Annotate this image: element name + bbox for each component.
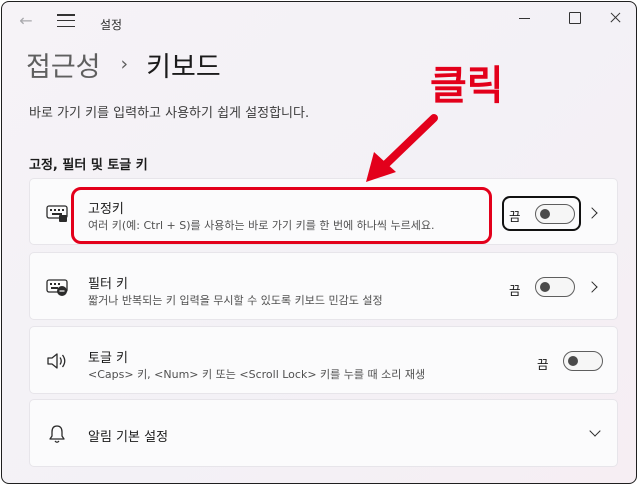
settings-window: ← 설정 접근성 › 키보드 바로 가기 키를 입력하고 사용하기 쉽게 설정합… — [1, 1, 637, 484]
bell-icon — [46, 424, 68, 448]
keyboard-filter-icon — [46, 277, 68, 301]
annotation-highlight-box — [71, 187, 492, 244]
toggle-keys-title: 토글 키 — [88, 351, 129, 366]
annotation-click-label: 클릭 — [430, 63, 504, 109]
chevron-right-icon[interactable] — [586, 207, 598, 219]
setting-card-toggle-keys[interactable]: 토글 키 <Caps> 키, <Num> 키 또는 <Scroll Lock> … — [29, 326, 618, 394]
minimize-button[interactable] — [501, 8, 547, 28]
filter-keys-description: 짧거나 반복되는 키 입력을 무시할 수 있도록 키보드 민감도 설정 — [88, 294, 383, 307]
toggle-highlight-box — [502, 196, 581, 231]
breadcrumb: 접근성 › 키보드 — [26, 44, 221, 84]
filter-keys-toggle-state: 끔 — [509, 283, 521, 298]
title-bar: ← 설정 — [2, 2, 636, 40]
setting-card-filter-keys[interactable]: 필터 키 짧거나 반복되는 키 입력을 무시할 수 있도록 키보드 민감도 설정… — [29, 252, 618, 320]
toggle-keys-toggle-state: 끔 — [537, 357, 549, 372]
notification-preferences-title: 알림 기본 설정 — [88, 430, 169, 445]
breadcrumb-parent-link[interactable]: 접근성 — [26, 45, 101, 84]
window-title: 설정 — [100, 18, 123, 32]
chevron-right-icon[interactable] — [586, 281, 598, 293]
breadcrumb-separator-icon: › — [120, 53, 129, 75]
maximize-button[interactable] — [551, 8, 597, 28]
setting-card-notification-preferences[interactable]: 알림 기본 설정 — [29, 399, 618, 467]
hamburger-menu-icon[interactable] — [57, 14, 75, 28]
speaker-icon — [46, 351, 68, 375]
toggle-keys-toggle[interactable] — [563, 351, 603, 371]
keyboard-icon — [46, 203, 68, 227]
chevron-down-icon[interactable] — [589, 425, 601, 437]
annotation-arrow-icon — [352, 112, 442, 191]
toggle-keys-description: <Caps> 키, <Num> 키 또는 <Scroll Lock> 키를 누를… — [88, 368, 426, 381]
filter-keys-toggle[interactable] — [535, 277, 575, 297]
filter-keys-title: 필터 키 — [88, 277, 129, 292]
section-heading: 고정, 필터 및 토글 키 — [29, 158, 148, 173]
close-button[interactable] — [592, 8, 636, 28]
back-arrow-icon[interactable]: ← — [16, 12, 36, 30]
page-description: 바로 가기 키를 입력하고 사용하기 쉽게 설정합니다. — [29, 106, 310, 121]
page-title: 키보드 — [146, 51, 221, 83]
